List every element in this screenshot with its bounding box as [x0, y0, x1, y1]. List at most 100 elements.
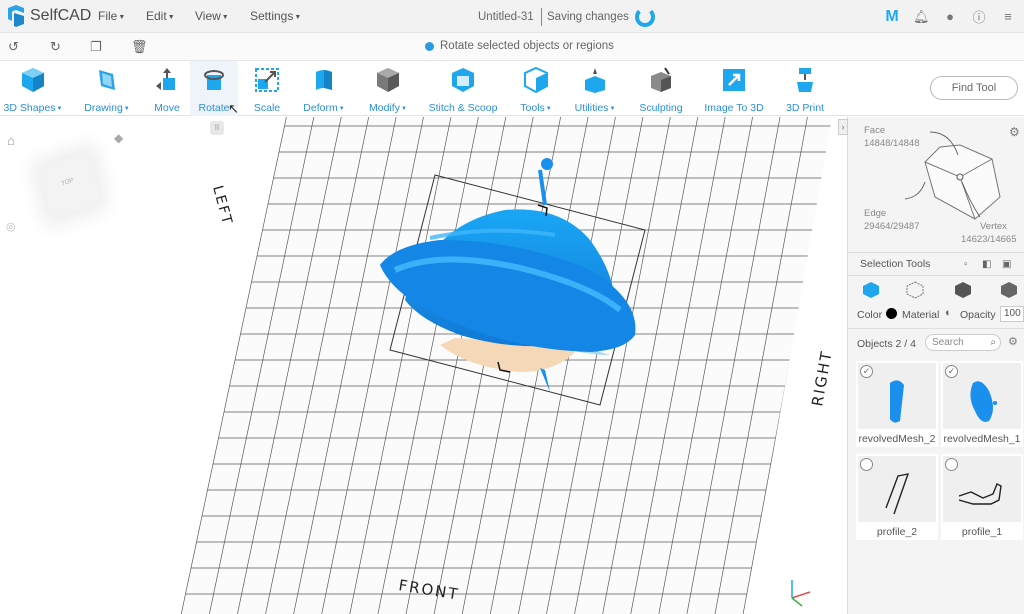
- object-name: revolvedMesh_2: [858, 433, 936, 445]
- selection-tool-c-icon[interactable]: ▣: [1002, 259, 1011, 270]
- select-vertices-icon[interactable]: [1000, 281, 1018, 299]
- deform-icon: [316, 70, 332, 90]
- camera-icon[interactable]: ◎: [6, 220, 16, 233]
- copy-icon[interactable]: ❐: [90, 39, 102, 55]
- face-label: Face: [864, 125, 886, 136]
- select-faces-icon[interactable]: [906, 281, 924, 299]
- undo-icon[interactable]: ↺: [8, 39, 19, 55]
- panel-divider-2: [848, 275, 1024, 276]
- search-icon: ⌕: [990, 337, 996, 348]
- object-card-revolvedmesh-2[interactable]: ✓ revolvedMesh_2: [856, 361, 938, 447]
- utilities-icon: [585, 68, 605, 93]
- opacity-label: Opacity: [960, 309, 996, 321]
- 3d-viewport[interactable]: LEFT RIGHT FRONT ⌂ ◆ TOP ◎ II: [0, 117, 847, 614]
- image-to-3d-icon: [723, 69, 745, 91]
- color-label: Color: [857, 309, 883, 321]
- tool-move[interactable]: Move: [148, 61, 186, 116]
- right-panel: › ⚙ Face 14848/14848 Edge 29464/29487 Ve…: [838, 117, 1024, 614]
- tool-image-to-3d[interactable]: Image To 3D: [703, 61, 765, 116]
- tool-ribbon: 3D Shapes▼ Drawing▼ Move Rotate Scale De…: [0, 61, 1024, 116]
- panel-divider-3: [848, 328, 1024, 329]
- object-card-profile-1[interactable]: profile_1: [941, 454, 1023, 540]
- object-name: revolvedMesh_1: [943, 433, 1021, 445]
- app-logo[interactable]: SelfCAD: [6, 5, 91, 27]
- mouse-cursor-icon: ↖: [228, 101, 239, 116]
- object-checkbox[interactable]: ✓: [945, 365, 958, 378]
- hint-text: Rotate selected objects or regions: [440, 40, 614, 52]
- color-swatch[interactable]: [886, 308, 897, 319]
- edge-count: 29464/29487: [864, 221, 920, 232]
- object-card-profile-2[interactable]: profile_2: [856, 454, 938, 540]
- light-icon[interactable]: ◆: [114, 131, 123, 145]
- right-axis-label: RIGHT: [808, 349, 836, 408]
- scene-canvas[interactable]: LEFT RIGHT FRONT: [0, 117, 847, 614]
- object-name: profile_2: [876, 526, 918, 538]
- axis-gizmo-icon: [791, 580, 811, 607]
- info-icon[interactable]: ⓘ: [971, 7, 987, 26]
- title-divider: [541, 8, 542, 26]
- tool-sculpting[interactable]: Sculpting: [637, 61, 685, 116]
- object-name: profile_1: [961, 526, 1003, 538]
- tool-modify[interactable]: Modify▼: [366, 61, 410, 116]
- tool-tools[interactable]: Tools▼: [517, 61, 555, 116]
- sculpting-icon: [651, 67, 671, 92]
- tools-icon: [524, 66, 548, 94]
- objects-settings-icon[interactable]: ⚙: [1008, 335, 1018, 348]
- document-title[interactable]: Untitled-31: [478, 11, 534, 23]
- stitch-scoop-icon: [452, 68, 474, 92]
- object-checkbox[interactable]: [860, 458, 873, 471]
- panel-divider: [848, 252, 1024, 253]
- bell-icon[interactable]: 🔔︎: [913, 9, 930, 25]
- redo-icon[interactable]: ↻: [50, 39, 61, 55]
- panel-collapse-icon[interactable]: ›: [838, 119, 848, 135]
- selection-tool-a-icon[interactable]: ▫: [964, 259, 968, 270]
- menu-view[interactable]: View▼: [195, 9, 229, 23]
- top-menu-bar: SelfCAD File▼ Edit▼ View▼ Settings▼ Unti…: [0, 0, 1024, 33]
- view-cube-face-label: TOP: [61, 177, 75, 188]
- tool-hint: Rotate selected objects or regions: [425, 40, 614, 52]
- save-status: Saving changes: [547, 11, 629, 23]
- account-icons: M 🔔︎ ● ⓘ ≡: [884, 7, 1016, 26]
- pause-rotate-icon[interactable]: II: [210, 121, 224, 135]
- selection-tool-b-icon[interactable]: ◧: [982, 259, 991, 270]
- object-card-revolvedmesh-1[interactable]: ✓ revolvedMesh_1: [941, 361, 1023, 447]
- find-tool-search[interactable]: Find Tool: [930, 76, 1018, 100]
- vertex-label: Vertex: [980, 221, 1007, 232]
- objects-search-input[interactable]: Search ⌕: [925, 334, 1001, 351]
- edge-label: Edge: [864, 208, 887, 219]
- opacity-input[interactable]: 100: [1000, 306, 1024, 322]
- tool-utilities[interactable]: Utilities▼: [572, 61, 618, 116]
- drawing-icon: [99, 70, 115, 90]
- objects-count-label: Objects 2 / 4: [857, 338, 916, 350]
- tool-deform[interactable]: Deform▼: [300, 61, 348, 116]
- home-view-icon[interactable]: ⌂: [7, 133, 15, 148]
- account-badge[interactable]: M: [884, 8, 900, 26]
- cube-icon: [22, 68, 44, 92]
- tool-3d-shapes[interactable]: 3D Shapes▼: [4, 61, 62, 116]
- action-bar: ↺ ↻ ❐ 🗑︎ Rotate selected objects or regi…: [0, 33, 1024, 61]
- menu-edit[interactable]: Edit▼: [146, 9, 175, 23]
- move-icon: [156, 68, 175, 90]
- brand-name: SelfCAD: [30, 7, 92, 24]
- object-checkbox[interactable]: [945, 458, 958, 471]
- selection-tools-label: Selection Tools: [860, 258, 931, 270]
- tool-drawing[interactable]: Drawing▼: [82, 61, 132, 116]
- material-label[interactable]: Material: [902, 309, 939, 321]
- select-edges-icon[interactable]: [954, 281, 972, 299]
- tool-3d-print[interactable]: 3D Print: [785, 61, 825, 116]
- user-icon[interactable]: ●: [942, 9, 958, 24]
- tool-stitch-scoop[interactable]: Stitch & Scoop: [428, 61, 498, 116]
- hint-info-icon: [425, 41, 434, 51]
- menu-icon[interactable]: ≡: [1000, 9, 1016, 24]
- tool-scale[interactable]: Scale: [248, 61, 286, 116]
- delete-icon[interactable]: 🗑︎: [131, 39, 148, 55]
- object-checkbox[interactable]: ✓: [860, 365, 873, 378]
- left-axis-label: LEFT: [209, 184, 235, 228]
- menu-file[interactable]: File▼: [98, 9, 125, 23]
- select-objects-icon[interactable]: [862, 281, 880, 299]
- menu-settings[interactable]: Settings▼: [250, 9, 301, 23]
- opacity-icon: ◐: [945, 307, 952, 319]
- vertex-count: 14623/14665: [961, 234, 1017, 245]
- saving-spinner-icon: [635, 7, 655, 27]
- modify-icon: [377, 68, 399, 92]
